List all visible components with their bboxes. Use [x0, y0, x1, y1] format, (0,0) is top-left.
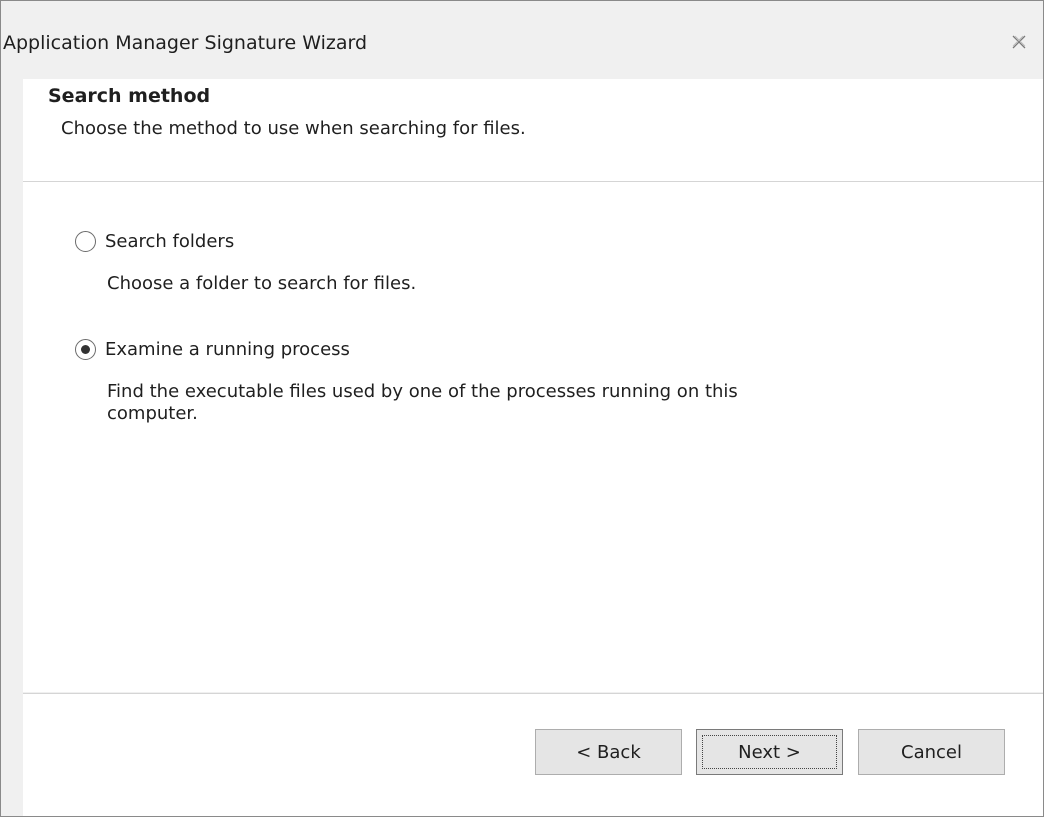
search-folders-label: Search folders	[105, 231, 235, 252]
close-icon	[1012, 35, 1026, 49]
page-title: Search method	[48, 85, 211, 107]
back-button[interactable]: < Back	[535, 729, 682, 775]
examine-process-label: Examine a running process	[105, 339, 350, 360]
next-button[interactable]: Next >	[696, 729, 843, 775]
close-button[interactable]	[1007, 30, 1031, 54]
search-folders-option[interactable]: Search folders	[75, 231, 234, 252]
title-bar: Application Manager Signature Wizard	[1, 1, 1043, 79]
search-folders-radio[interactable]	[75, 231, 96, 252]
window-title: Application Manager Signature Wizard	[3, 32, 368, 54]
page-description: Choose the method to use when searching …	[61, 118, 526, 139]
wizard-window: Application Manager Signature Wizard Sea…	[0, 0, 1044, 817]
examine-process-description: Find the executable files used by one of…	[107, 381, 738, 424]
next-button-label: Next >	[738, 741, 801, 763]
examine-process-radio[interactable]	[75, 339, 96, 360]
header-panel: Search method Choose the method to use w…	[23, 79, 1043, 182]
examine-process-option[interactable]: Examine a running process	[75, 339, 350, 360]
options-panel: Search folders Choose a folder to search…	[23, 182, 1043, 692]
cancel-button[interactable]: Cancel	[858, 729, 1005, 775]
search-folders-description: Choose a folder to search for files.	[107, 273, 417, 294]
button-bar: < Back Next > Cancel	[23, 693, 1043, 816]
